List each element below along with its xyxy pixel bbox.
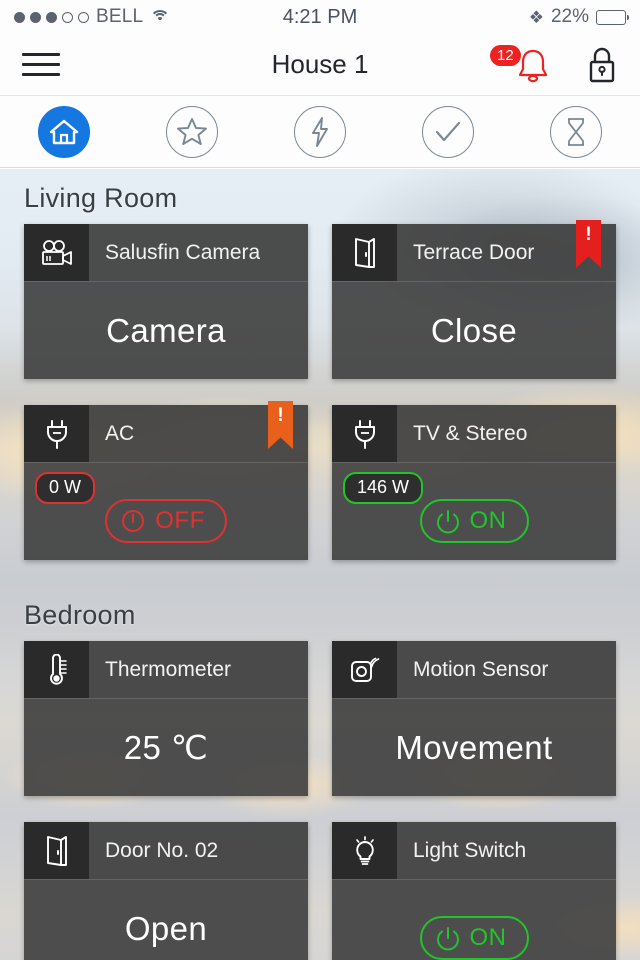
card-title: Thermometer (105, 657, 232, 681)
tab-energy[interactable] (294, 105, 346, 158)
device-card-thermometer[interactable]: Thermometer 25 ℃ (24, 641, 308, 796)
battery-icon (596, 9, 629, 25)
card-body: Open (24, 879, 308, 960)
star-icon (177, 118, 207, 145)
card-body: 25 ℃ (24, 698, 308, 796)
device-list-scroll[interactable]: Living Room Salusfin Camera Camera ! Ter… (0, 169, 640, 960)
power-toggle-button[interactable]: OFF (105, 498, 227, 543)
card-body: Camera (24, 281, 308, 379)
power-state-label: ON (469, 923, 507, 951)
lock-button[interactable] (586, 46, 618, 84)
hourglass-icon (568, 117, 584, 146)
plug-icon (332, 405, 397, 462)
device-card-motion-sensor[interactable]: Motion Sensor Movement (332, 641, 616, 796)
card-title: Door No. 02 (105, 838, 219, 862)
plug-icon (24, 405, 89, 462)
power-state-label: OFF (155, 506, 205, 534)
card-value: 25 ℃ (123, 729, 209, 766)
motion-sensor-icon (332, 641, 397, 698)
card-value: Movement (395, 728, 553, 766)
card-header: Terrace Door (332, 224, 616, 281)
navigation-actions: 12 (490, 44, 618, 84)
section-title-bedroom: Bedroom (24, 600, 136, 630)
device-card-ac[interactable]: ! AC 0 W OFF (24, 401, 308, 560)
card-body: 0 W OFF (24, 462, 308, 560)
card-value: Close (430, 311, 518, 349)
card-title: Light Switch (413, 838, 527, 862)
power-icon (122, 509, 145, 532)
card-body: 146 W ON (332, 462, 616, 560)
power-consumption-label: 146 W (343, 472, 424, 504)
lightning-icon (312, 116, 328, 147)
card-title: Motion Sensor (413, 657, 549, 681)
device-row: Salusfin Camera Camera ! Terrace Door Cl… (0, 220, 640, 379)
power-icon (436, 509, 459, 533)
device-row: Thermometer 25 ℃ Motion Sensor Movement (0, 641, 640, 796)
tab-bar (0, 96, 640, 168)
power-toggle-button[interactable]: ON (419, 915, 529, 960)
card-value: Open (124, 909, 208, 947)
device-card-salusfin-camera[interactable]: Salusfin Camera Camera (24, 224, 308, 379)
hamburger-menu-icon[interactable] (22, 53, 60, 76)
status-bar: BELL 4:21 PM ❖ 22% (0, 0, 640, 34)
lock-icon (589, 47, 615, 82)
thermometer-icon (24, 641, 89, 698)
card-header: Thermometer (24, 641, 308, 698)
power-toggle-button[interactable]: ON (419, 498, 529, 543)
power-icon (436, 926, 459, 950)
device-card-tv-stereo[interactable]: TV & Stereo 146 W ON (332, 405, 616, 560)
door-icon (332, 224, 397, 281)
notification-badge: 12 (490, 44, 521, 66)
card-header: TV & Stereo (332, 405, 616, 462)
navigation-bar: House 1 12 (0, 34, 640, 96)
tab-tasks[interactable] (422, 105, 474, 158)
card-value: Camera (106, 311, 226, 349)
tab-favorites[interactable] (166, 105, 218, 158)
door-icon (24, 822, 89, 879)
card-title: Terrace Door (413, 240, 535, 264)
card-header: Salusfin Camera (24, 224, 308, 281)
device-card-door-no-02[interactable]: Door No. 02 Open (24, 822, 308, 960)
power-consumption-label: 0 W (35, 472, 96, 504)
check-icon (435, 121, 461, 141)
card-header: Door No. 02 (24, 822, 308, 879)
card-body: Close (332, 281, 616, 379)
status-bar-right: ❖ 22% (528, 6, 629, 28)
card-header: Motion Sensor (332, 641, 616, 698)
card-title: Salusfin Camera (105, 240, 261, 264)
card-body: Movement (332, 698, 616, 796)
device-row: Door No. 02 Open Light Switch ON (0, 822, 640, 960)
bluetooth-icon: ❖ (528, 7, 544, 27)
tab-history[interactable] (550, 105, 602, 158)
lightbulb-icon (332, 822, 397, 879)
card-header: Light Switch (332, 822, 616, 879)
device-card-terrace-door[interactable]: ! Terrace Door Close (332, 220, 616, 379)
notifications-button[interactable]: 12 (490, 44, 550, 83)
bell-icon (518, 49, 548, 82)
card-header: AC (24, 405, 308, 462)
power-state-label: ON (469, 506, 507, 534)
video-camera-icon (24, 224, 89, 281)
card-title: TV & Stereo (413, 421, 528, 445)
battery-percent-label: 22% (550, 6, 589, 27)
device-row: ! AC 0 W OFF TV & Stereo 146 W ON (0, 401, 640, 560)
card-title: AC (105, 421, 135, 445)
device-card-light-switch[interactable]: Light Switch ON (332, 822, 616, 960)
tab-home[interactable] (38, 105, 90, 158)
section-title-living-room: Living Room (24, 183, 178, 213)
card-body: ON (332, 879, 616, 960)
home-icon (49, 119, 79, 144)
